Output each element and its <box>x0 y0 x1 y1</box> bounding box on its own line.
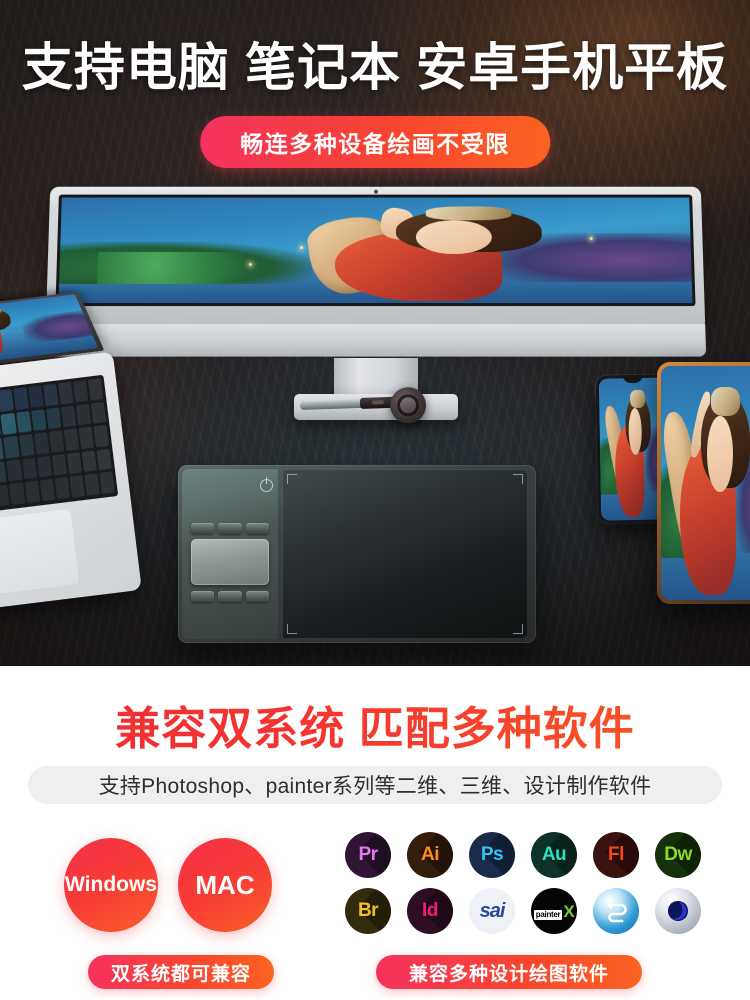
software-icon-grid: Pr Ai Ps Au Fl Dw Br Id sai painter X <box>345 832 715 934</box>
pipa-player-illustration <box>58 197 693 304</box>
desk-scene <box>0 168 750 666</box>
painter-label: painter <box>533 909 563 920</box>
os-badge-group: Windows MAC <box>58 838 320 934</box>
pen-side-button <box>371 400 385 405</box>
stylus-pen <box>299 386 427 424</box>
imac-desktop-monitor <box>44 186 707 420</box>
monitor-body <box>44 186 707 357</box>
mac-label: MAC <box>195 869 255 900</box>
power-button-icon[interactable] <box>260 477 273 492</box>
flash-label: Fl <box>608 844 624 865</box>
tablet-control-panel <box>182 469 278 639</box>
painter-x-label: X <box>563 901 575 921</box>
software-compatible-badge: 兼容多种设计绘图软件 <box>376 955 642 989</box>
laptop-keyboard <box>0 374 119 521</box>
hero-section: 支持电脑 笔记本 安卓手机平板 畅连多种设备绘画不受限 <box>0 0 750 666</box>
corner-marker-bl <box>287 624 297 634</box>
cinema-4d-icon <box>655 888 701 934</box>
compatibility-headline: 兼容双系统 匹配多种软件 <box>0 692 750 757</box>
product-banner: 支持电脑 笔记本 安卓手机平板 畅连多种设备绘画不受限 兼容双系统 匹配多种软件… <box>0 0 750 1000</box>
bridge-icon: Br <box>345 888 391 934</box>
dual-os-compatible-badge: 双系统都可兼容 <box>88 955 274 989</box>
audition-icon: Au <box>531 832 577 878</box>
tablet-active-area[interactable] <box>282 469 528 639</box>
3ds-max-glyph <box>607 903 627 923</box>
premiere-pro-label: Pr <box>358 844 378 865</box>
express-keys-bottom[interactable] <box>191 591 269 602</box>
express-keys-top[interactable] <box>191 523 269 534</box>
photoshop-icon: Ps <box>469 832 515 878</box>
photoshop-label: Ps <box>480 844 504 865</box>
laptop-trackpad <box>0 507 81 600</box>
flash-icon: Fl <box>593 832 639 878</box>
audition-label: Au <box>541 844 567 865</box>
compatibility-subtitle: 支持Photoshop、painter系列等二维、三维、设计制作软件 <box>28 766 722 804</box>
corner-marker-tl <box>287 474 297 484</box>
windows-label: Windows <box>65 873 157 896</box>
sai-label: sai <box>479 899 506 922</box>
corner-marker-tr <box>513 474 523 484</box>
webcam-icon <box>373 189 378 194</box>
dreamweaver-icon: Dw <box>655 832 701 878</box>
cinema-4d-glyph <box>668 900 688 921</box>
bridge-label: Br <box>357 900 379 921</box>
paint-tool-sai-icon: sai <box>469 888 515 934</box>
tablet-screen <box>661 366 750 600</box>
touch-ring-pad[interactable] <box>191 539 269 585</box>
illustrator-label: Ai <box>421 844 440 865</box>
hero-badge: 畅连多种设备绘画不受限 <box>200 116 550 168</box>
corner-marker-br <box>513 624 523 634</box>
macbook-laptop <box>0 291 142 617</box>
android-tablet <box>657 362 750 604</box>
indesign-label: Id <box>422 900 438 921</box>
monitor-chin <box>44 324 707 357</box>
indesign-icon: Id <box>407 888 453 934</box>
dreamweaver-label: Dw <box>664 844 692 865</box>
3ds-max-icon <box>593 888 639 934</box>
mac-badge: MAC <box>178 838 272 932</box>
illustrator-icon: Ai <box>407 832 453 878</box>
corel-painter-x-icon: painter X <box>531 888 577 934</box>
graphics-drawing-tablet <box>178 465 536 643</box>
windows-badge: Windows <box>64 838 158 932</box>
hero-headline: 支持电脑 笔记本 安卓手机平板 <box>21 39 729 96</box>
laptop-base <box>0 351 142 617</box>
premiere-pro-icon: Pr <box>345 832 391 878</box>
monitor-screen <box>55 194 696 307</box>
